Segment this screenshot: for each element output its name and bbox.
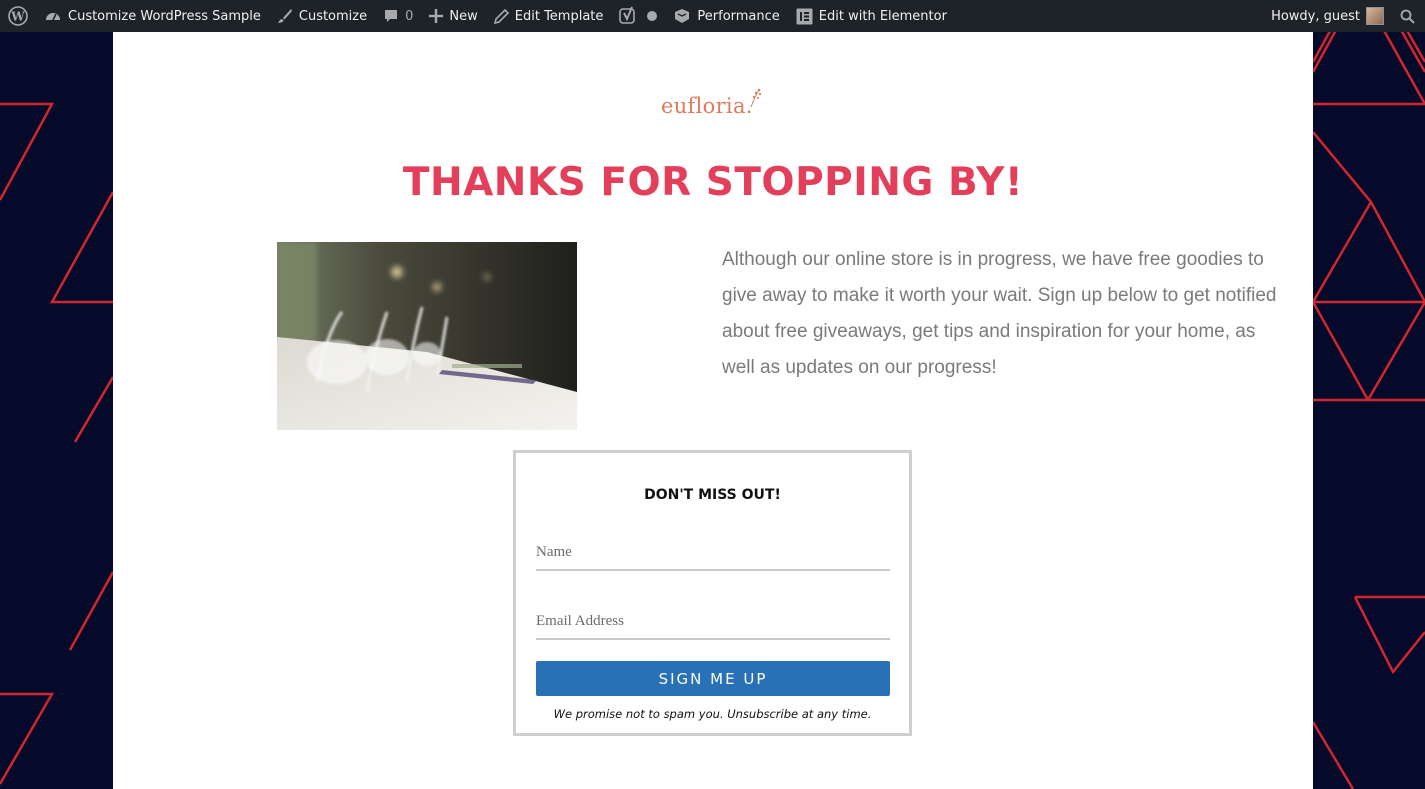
elementor-menu[interactable]: Edit with Elementor (788, 0, 955, 32)
site-logo[interactable]: eufloria. (661, 88, 767, 128)
customize-label: Customize (298, 8, 368, 24)
edit-template-menu[interactable]: Edit Template (486, 0, 612, 32)
performance-menu[interactable]: Performance (665, 0, 787, 32)
dashboard-icon (46, 13, 60, 21)
brush-icon (277, 9, 292, 23)
wp-admin-bar: W Customize WordPress Sample Customize 0… (0, 0, 1425, 32)
signup-title: DON'T MISS OUT! (644, 487, 781, 503)
background-pattern-left (0, 32, 113, 789)
wordpress-logo-icon: W (8, 6, 28, 26)
name-field[interactable] (536, 535, 890, 571)
site-name-label: Customize WordPress Sample (68, 8, 261, 24)
my-account-menu[interactable]: Howdy, guest (1263, 0, 1392, 32)
edit-template-label: Edit Template (514, 8, 604, 24)
intro-paragraph: Although our online store is in progress… (722, 249, 1277, 378)
plus-icon (429, 9, 444, 23)
elementor-icon (796, 8, 813, 24)
wordpress-menu[interactable]: W (0, 0, 36, 32)
page-title: THANKS FOR STOPPING BY! (402, 160, 1024, 205)
yoast-icon (619, 6, 636, 24)
flower-sprig-icon (750, 88, 762, 108)
howdy-label: Howdy, guest (1271, 8, 1360, 24)
sign-me-up-button[interactable]: SIGN ME UP (536, 661, 890, 696)
status-dot-icon (647, 11, 658, 21)
comments-count: 0 (405, 8, 414, 24)
comments-menu[interactable]: 0 (375, 0, 421, 32)
search-button[interactable] (1392, 0, 1425, 32)
performance-icon (675, 9, 690, 23)
page-content: eufloria. THANKS FOR STOPPING BY! Althou… (113, 32, 1313, 789)
comment-icon (385, 10, 398, 22)
signup-disclaimer: We promise not to spam you. Unsubscribe … (553, 707, 872, 721)
email-field[interactable] (536, 604, 890, 640)
pencil-icon (493, 8, 509, 24)
search-icon (1400, 9, 1415, 24)
site-name-menu[interactable]: Customize WordPress Sample (36, 0, 269, 32)
new-label: New (449, 8, 478, 24)
avatar (1366, 7, 1384, 25)
background-pattern-right (1313, 32, 1425, 789)
customize-menu[interactable]: Customize (269, 0, 375, 32)
logo-text: eufloria. (661, 94, 753, 118)
elementor-label: Edit with Elementor (818, 8, 947, 24)
new-content-menu[interactable]: New (421, 0, 485, 32)
banquet-photo (277, 242, 577, 430)
yoast-seo-menu[interactable] (611, 0, 665, 32)
svg-text:W: W (10, 10, 25, 24)
performance-label: Performance (697, 8, 780, 24)
signup-form: DON'T MISS OUT! SIGN ME UP We promise no… (513, 450, 912, 736)
